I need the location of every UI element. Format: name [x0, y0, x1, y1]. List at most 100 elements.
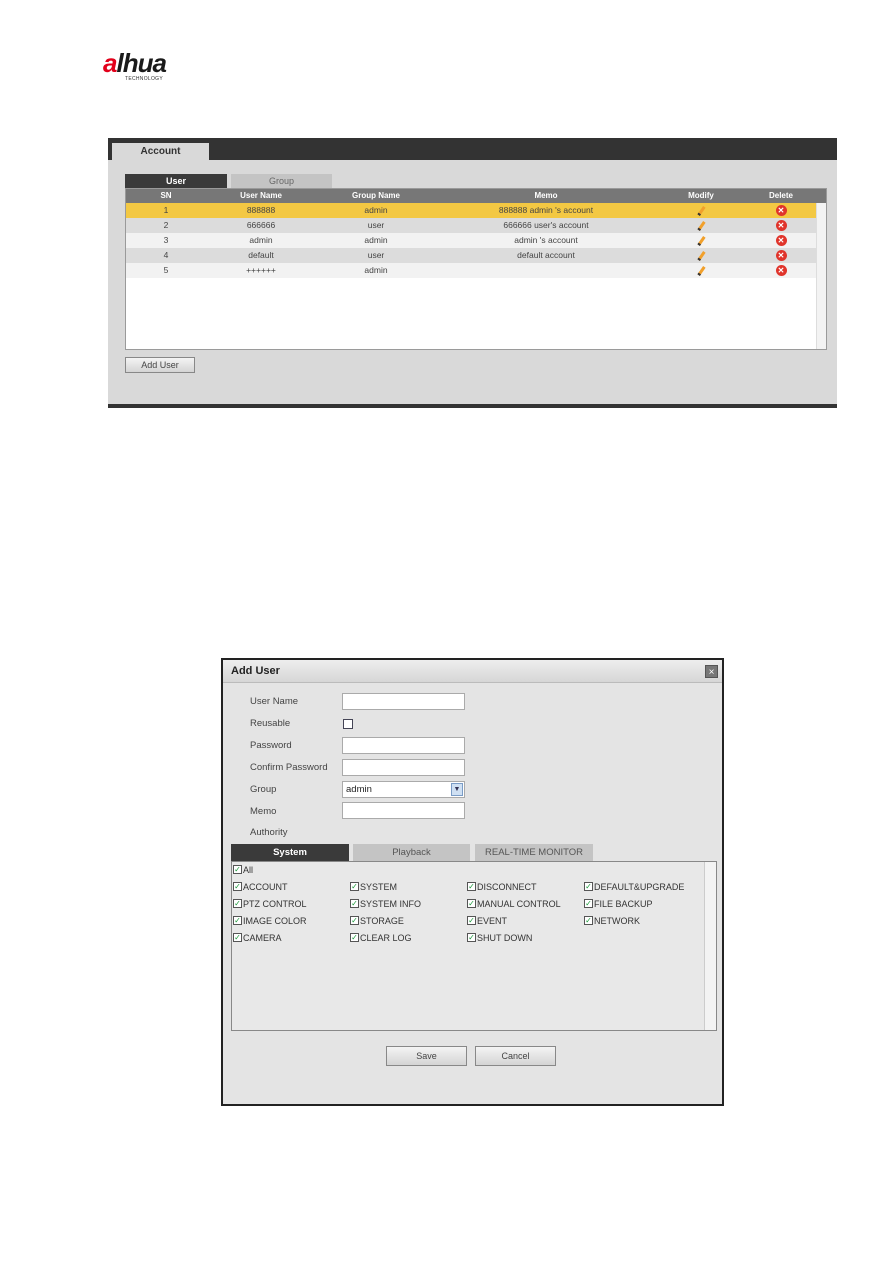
checkbox-label: ACCOUNT — [243, 882, 288, 892]
group-value: admin — [346, 784, 372, 795]
close-icon[interactable]: × — [705, 665, 718, 678]
delete-button[interactable]: ✕ — [746, 218, 816, 233]
modify-button[interactable] — [656, 203, 746, 218]
checkbox-label: SYSTEM INFO — [360, 899, 422, 909]
table-header: SN User Name Group Name Memo Modify Delete — [126, 189, 826, 203]
checkbox-authority[interactable]: ✓ NETWORK — [584, 916, 640, 926]
chevron-down-icon[interactable]: ▼ — [451, 783, 463, 796]
checkbox-authority[interactable]: ✓ CLEAR LOG — [350, 933, 412, 943]
delete-button[interactable]: ✕ — [746, 248, 816, 263]
table-row[interactable]: 1 888888 admin 888888 admin 's account ✕ — [126, 203, 817, 218]
password-input[interactable] — [342, 737, 465, 754]
delete-icon[interactable]: ✕ — [775, 265, 787, 277]
check-icon: ✓ — [584, 916, 593, 925]
checkbox-label: DEFAULT&UPGRADE — [594, 882, 685, 892]
reusable-label: Reusable — [250, 718, 291, 729]
check-icon: ✓ — [350, 882, 359, 891]
check-icon: ✓ — [350, 916, 359, 925]
checkbox-authority[interactable]: ✓ EVENT — [467, 916, 507, 926]
delete-button[interactable]: ✕ — [746, 203, 816, 218]
column-header: User Name — [240, 191, 282, 200]
delete-icon[interactable]: ✕ — [775, 250, 787, 262]
checkbox-authority[interactable]: ✓ ACCOUNT — [233, 882, 288, 892]
add-user-button[interactable]: Add User — [125, 357, 195, 373]
pencil-icon[interactable] — [696, 205, 706, 216]
delete-button[interactable]: ✕ — [746, 233, 816, 248]
table-row[interactable]: 3 admin admin admin 's account ✕ — [126, 233, 817, 248]
tab-system[interactable]: System — [231, 844, 349, 861]
cell-memo: 666666 user's account — [503, 220, 589, 230]
checkbox-authority[interactable]: ✓ SYSTEM — [350, 882, 397, 892]
cell-group: admin — [364, 265, 388, 275]
cell-sn: 5 — [163, 265, 169, 275]
column-header: Delete — [768, 191, 793, 200]
checkbox-authority[interactable]: ✓ CAMERA — [233, 933, 282, 943]
dahua-logo: alhua TECHNOLOGY — [103, 48, 167, 82]
checkbox-authority[interactable]: ✓ MANUAL CONTROL — [467, 899, 561, 909]
check-icon: ✓ — [467, 882, 476, 891]
table-row[interactable]: 2 666666 user 666666 user's account ✕ — [126, 218, 817, 233]
checkbox-label: All — [243, 865, 254, 875]
pencil-icon[interactable] — [696, 220, 706, 231]
checkbox-authority[interactable]: ✓ SHUT DOWN — [467, 933, 532, 943]
table-row[interactable]: 4 default user default account ✕ — [126, 248, 817, 263]
checkbox-label: DISCONNECT — [477, 882, 537, 892]
confirm-password-input[interactable] — [342, 759, 465, 776]
table-row[interactable]: 5 ++++++ admin ✕ — [126, 263, 817, 278]
cell-group: admin — [364, 205, 388, 215]
checkbox-authority[interactable]: ✓ FILE BACKUP — [584, 899, 653, 909]
check-icon: ✓ — [233, 882, 242, 891]
checkbox-label: CAMERA — [243, 933, 282, 943]
column-header: Memo — [534, 191, 558, 200]
checkbox-authority[interactable]: ✓ STORAGE — [350, 916, 404, 926]
check-icon: ✓ — [233, 865, 242, 874]
tab-account[interactable]: Account — [112, 143, 209, 160]
checkbox-label: SYSTEM — [360, 882, 398, 892]
user-name-input[interactable] — [342, 693, 465, 710]
cell-user: 666666 — [246, 220, 276, 230]
pencil-icon[interactable] — [696, 250, 706, 261]
group-select[interactable]: admin ▼ — [342, 781, 465, 798]
scrollbar[interactable] — [816, 203, 826, 349]
modify-button[interactable] — [656, 263, 746, 278]
delete-icon[interactable]: ✕ — [775, 220, 787, 232]
modify-button[interactable] — [656, 218, 746, 233]
tab-user[interactable]: User — [125, 174, 227, 188]
scrollbar[interactable] — [704, 862, 716, 1030]
checkbox-label: MANUAL CONTROL — [477, 899, 561, 909]
delete-icon[interactable]: ✕ — [775, 205, 787, 217]
checkbox-authority[interactable]: ✓ IMAGE COLOR — [233, 916, 307, 926]
memo-input[interactable] — [342, 802, 465, 819]
column-header: Group Name — [351, 191, 400, 200]
cancel-button[interactable]: Cancel — [475, 1046, 556, 1066]
column-header: SN — [160, 191, 172, 200]
cell-sn: 4 — [163, 250, 169, 260]
check-icon: ✓ — [350, 899, 359, 908]
delete-icon[interactable]: ✕ — [775, 235, 787, 247]
check-icon: ✓ — [233, 916, 242, 925]
user-table: SN User Name Group Name Memo Modify Delete 1 8… — [125, 188, 827, 350]
cell-user: ++++++ — [246, 265, 276, 275]
modify-button[interactable] — [656, 248, 746, 263]
checkbox-all[interactable]: ✓ All — [233, 865, 253, 875]
checkbox-authority[interactable]: ✓ DEFAULT&UPGRADE — [584, 882, 684, 892]
tab-playback[interactable]: Playback — [353, 844, 470, 861]
save-button[interactable]: Save — [386, 1046, 467, 1066]
pencil-icon[interactable] — [696, 235, 706, 246]
checkbox-label: FILE BACKUP — [594, 899, 653, 909]
tab-group[interactable]: Group — [231, 174, 332, 188]
tab-realtime-monitor[interactable]: REAL-TIME MONITOR — [475, 844, 593, 861]
checkbox-authority[interactable]: ✓ DISCONNECT — [467, 882, 537, 892]
checkbox-authority[interactable]: ✓ SYSTEM INFO — [350, 899, 421, 909]
confirm-password-label: Confirm Password — [250, 762, 328, 773]
cell-sn: 2 — [163, 220, 169, 230]
checkbox-label: IMAGE COLOR — [243, 916, 307, 926]
modify-button[interactable] — [656, 233, 746, 248]
pencil-icon[interactable] — [696, 265, 706, 276]
checkbox-authority[interactable]: ✓ PTZ CONTROL — [233, 899, 307, 909]
cell-user: default — [248, 250, 274, 260]
reusable-checkbox[interactable] — [343, 719, 353, 729]
delete-button[interactable]: ✕ — [746, 263, 816, 278]
dialog-title: Add User — [223, 660, 722, 683]
checkbox-label: EVENT — [477, 916, 508, 926]
